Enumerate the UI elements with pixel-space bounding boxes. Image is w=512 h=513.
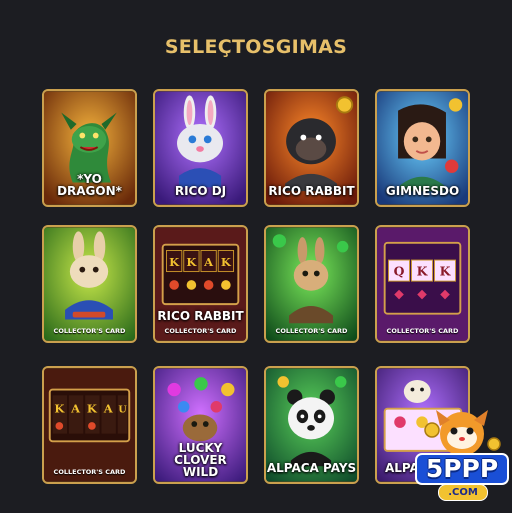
slot-gold-art: K A K A U — [44, 368, 135, 482]
card-title: GIMNESDO — [385, 184, 460, 198]
card-title: RICO RABBIT — [268, 184, 355, 198]
card-title: LUCKY CLOVER WILD — [174, 441, 227, 479]
game-card-yo-dragon[interactable]: *YO DRAGON* — [42, 89, 137, 207]
game-card-gimnesdo[interactable]: GIMNESDO — [375, 89, 470, 207]
reel-symbol: A — [203, 255, 214, 269]
card-title: *YO DRAGON* — [57, 172, 122, 198]
reel-symbol: K — [54, 402, 65, 416]
game-card-rico-rabbit-collector[interactable]: K K A K RICO RABBIT COLLECTOR'S CARD — [153, 225, 248, 343]
card-title: RICO RABBIT — [157, 309, 244, 323]
game-card-collector-rabbit-green[interactable]: COLLECTOR'S CARD — [264, 225, 359, 343]
game-card-collector-gold[interactable]: K A K A U COLLECTOR'S CARD — [42, 366, 137, 484]
card-subtitle: COLLECTOR'S CARD — [53, 327, 126, 335]
card-title: ALPACA PAYS — [266, 461, 357, 475]
reel-symbol: K — [169, 255, 180, 269]
game-card-collector-rabbit[interactable]: COLLECTOR'S CARD — [42, 225, 137, 343]
brand-logo: 5PPP .COM — [414, 404, 510, 508]
slot-reels-art: K K A K — [155, 227, 246, 341]
slot-purple-art: Q K K — [377, 227, 468, 341]
card-subtitle: COLLECTOR'S CARD — [275, 327, 348, 335]
rabbit-green-art — [266, 227, 357, 341]
reel-symbol: K — [186, 255, 197, 269]
reel-symbol: K — [87, 402, 98, 416]
brand-name: 5PPP — [425, 454, 499, 483]
rabbit-collector-art — [44, 227, 135, 341]
reel-symbol: K — [417, 263, 429, 278]
game-card-rico-rabbit-gorilla[interactable]: RICO RABBIT — [264, 89, 359, 207]
game-card-alpaca-pays[interactable]: ALPACA PAYS — [264, 366, 359, 484]
reel-symbol: K — [221, 255, 232, 269]
brand-domain: .COM — [438, 484, 488, 501]
reel-symbol: A — [70, 402, 81, 416]
reel-symbol: Q — [394, 263, 405, 278]
reel-symbol: A — [103, 402, 114, 416]
game-card-lucky-clover-wild[interactable]: LUCKY CLOVER WILD — [153, 366, 248, 484]
card-subtitle: COLLECTOR'S CARD — [164, 327, 237, 335]
card-title: RICO DJ — [174, 184, 227, 198]
reel-symbol: U — [118, 405, 127, 416]
reel-symbol: K — [440, 263, 452, 278]
game-card-rico-dj[interactable]: RICO DJ — [153, 89, 248, 207]
card-subtitle: COLLECTOR'S CARD — [386, 327, 459, 335]
card-subtitle: COLLECTOR'S CARD — [53, 468, 126, 476]
game-card-collector-purple[interactable]: Q K K COLLECTOR'S CARD — [375, 225, 470, 343]
